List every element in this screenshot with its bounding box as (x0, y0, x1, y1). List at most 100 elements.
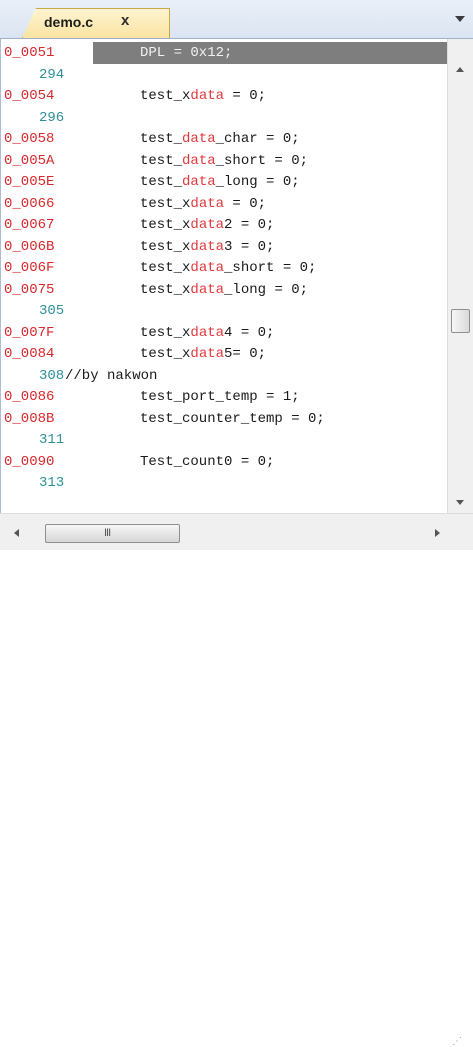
code-line[interactable]: 0_005E test_data_long = 0; (1, 171, 448, 193)
code-line[interactable]: 0_008B test_counter_temp = 0; (1, 408, 448, 430)
code-token: = 0; (224, 88, 267, 104)
line-number: 308 (39, 367, 65, 384)
code-address: 0_0086 (4, 389, 55, 405)
code-text: test_xdata2 = 0; (140, 214, 274, 236)
code-token: test_counter_temp = 0; (140, 410, 325, 427)
code-keyword: data (190, 324, 225, 341)
code-token: test_x (140, 281, 191, 298)
tab-label[interactable]: demo.c (44, 14, 93, 30)
code-line[interactable]: 0_0066 test_xdata = 0; (1, 193, 448, 215)
code-keyword: data (190, 281, 225, 298)
code-text: test_xdata = 0; (140, 85, 266, 107)
code-keyword: data (190, 88, 225, 104)
code-text: test_xdata3 = 0; (140, 236, 274, 258)
code-token: test_x (140, 346, 191, 362)
code-token: test_ (140, 152, 183, 169)
code-line[interactable]: 0_0075 test_xdata_long = 0; (1, 279, 448, 301)
code-token: _long = 0; (224, 281, 309, 298)
code-text: test_data_long = 0; (140, 171, 300, 193)
code-line[interactable]: 313 (1, 472, 448, 494)
code-token: DPL = 0x12; (140, 45, 233, 61)
code-keyword: data (190, 217, 225, 233)
code-token: test_x (140, 324, 191, 341)
code-line[interactable]: 311 (1, 429, 448, 451)
code-address: 0_0066 (4, 195, 55, 212)
code-address: 0_007F (4, 324, 55, 341)
code-address: 0_0090 (4, 453, 55, 470)
code-address: 0_0058 (4, 131, 55, 147)
horizontal-scroll-thumb[interactable]: III (45, 524, 180, 543)
tab-bar: demo.c x (0, 0, 473, 39)
code-text: test_port_temp = 1; (140, 386, 300, 408)
code-address: 0_0054 (4, 88, 55, 104)
scroll-down-icon[interactable] (456, 500, 464, 505)
code-token: _short = 0; (224, 260, 317, 276)
code-token: test_ (140, 88, 183, 104)
code-line[interactable]: 305 (1, 300, 448, 322)
scroll-up-icon[interactable] (456, 67, 464, 72)
code-line[interactable]: 0_0086 test_port_temp = 1; (1, 386, 448, 408)
line-number: 305 (39, 303, 65, 319)
code-keyword: data (182, 174, 216, 190)
code-text: test_data_short = 0; (140, 150, 308, 172)
vertical-scrollbar[interactable] (447, 39, 473, 513)
scroll-left-icon[interactable] (14, 529, 19, 537)
code-address: 0_008B (4, 410, 55, 427)
code-address: 0_006B (4, 238, 55, 255)
code-token: //by nakwon (65, 367, 158, 384)
code-line[interactable]: 0_006F test_xdata_short = 0; (1, 257, 448, 279)
code-line[interactable]: 294 (1, 64, 448, 86)
code-text: test_data_char = 0; (140, 128, 300, 150)
code-text: Test_count0 = 0; (140, 451, 274, 473)
code-token: test_ (140, 131, 183, 147)
code-line[interactable]: 308//by nakwon (1, 365, 448, 387)
code-address: 0_0051 (4, 45, 55, 61)
code-text: DPL = 0x12; (140, 42, 233, 64)
code-editor[interactable]: 0_0051 DPL = 0x12; 294 0_0054 test_xdata = 0… (0, 39, 448, 513)
size-grip-icon: ⋰ (452, 1036, 462, 1047)
code-token: test_x (140, 217, 191, 233)
code-token: 3 = 0; (224, 238, 275, 255)
code-token: test_port_temp = 1; (140, 389, 300, 405)
code-address: 0_006F (4, 260, 55, 276)
code-address: 0_005E (4, 174, 55, 190)
code-text: test_xdata5= 0; (140, 343, 266, 365)
vertical-scroll-thumb[interactable] (451, 309, 470, 333)
code-token: 2 = 0; (224, 217, 275, 233)
code-line[interactable]: 0_0054 test_xdata = 0; (1, 85, 448, 107)
code-token: 5= 0; (224, 346, 267, 362)
code-token: = 0; (224, 195, 267, 212)
code-line[interactable]: 0_006B test_xdata3 = 0; (1, 236, 448, 258)
code-token: _long = 0; (215, 174, 300, 190)
code-token: _short = 0; (215, 152, 309, 169)
code-address: 0_0084 (4, 346, 55, 362)
code-keyword: data (182, 152, 216, 169)
code-line[interactable]: 0_0084 test_xdata5= 0; (1, 343, 448, 365)
code-keyword: data (182, 131, 216, 147)
line-number: 313 (39, 475, 65, 491)
tab-dropdown-icon[interactable] (455, 16, 465, 22)
line-number: 294 (39, 66, 65, 83)
code-line[interactable]: 0_0058 test_data_char = 0; (1, 128, 448, 150)
code-token: test_ (140, 174, 183, 190)
code-address: 0_005A (4, 152, 55, 169)
code-text: test_xdata_long = 0; (140, 279, 308, 301)
code-token: test_x (140, 238, 191, 255)
code-token: _char = 0; (215, 131, 300, 147)
code-keyword: data (190, 260, 225, 276)
code-line-selected[interactable]: 0_0051 DPL = 0x12; (1, 42, 448, 64)
code-line[interactable]: 0_0067 test_xdata2 = 0; (1, 214, 448, 236)
scroll-grip-icon: III (104, 527, 111, 539)
code-token: test_x (140, 260, 191, 276)
line-number: 296 (39, 109, 65, 126)
code-line[interactable]: 0_005A test_data_short = 0; (1, 150, 448, 172)
code-text: test_xdata4 = 0; (140, 322, 274, 344)
code-keyword: data (190, 195, 225, 212)
line-number: 311 (39, 432, 65, 448)
horizontal-scrollbar[interactable]: III ⋰ (0, 513, 473, 1047)
code-line[interactable]: 0_0090 Test_count0 = 0; (1, 451, 448, 473)
close-icon[interactable]: x (121, 12, 129, 29)
code-line[interactable]: 296 (1, 107, 448, 129)
code-line[interactable]: 0_007F test_xdata4 = 0; (1, 322, 448, 344)
scroll-right-icon[interactable] (435, 529, 440, 537)
